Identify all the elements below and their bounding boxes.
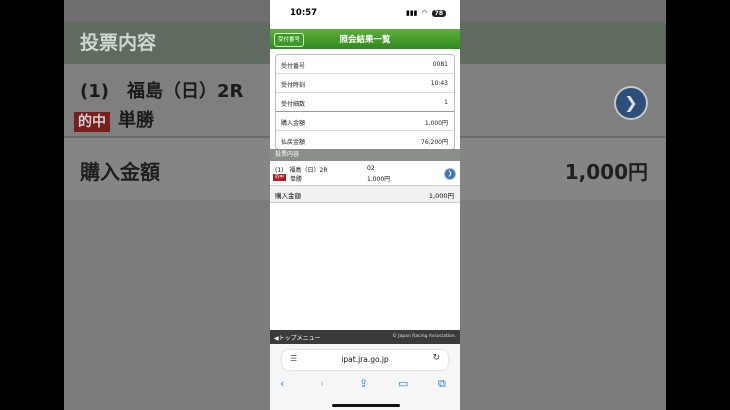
info-key: 受付細数	[281, 101, 306, 108]
url-text: ipat.jra.go.jp	[341, 355, 389, 364]
summary-value: 1,000円	[428, 192, 454, 200]
forward-icon[interactable]: ›	[320, 377, 324, 390]
page-title: 照会結果一覧	[339, 35, 391, 45]
info-row: 払戻金額 76,200円	[276, 131, 454, 149]
bet-type: 単勝	[290, 176, 303, 183]
top-menu-link[interactable]: ◀トップメニュー	[274, 333, 321, 342]
reload-icon[interactable]: ↻	[432, 353, 440, 363]
bet-list-item[interactable]: (1) 福島（日）2R 02 的中 単勝 1,000円 ❯	[270, 162, 460, 186]
background-sum-row: 購入金額	[64, 136, 270, 200]
copyright-text: © Japan Racing Association.	[392, 334, 456, 339]
background-sum-value: 1,000円	[564, 160, 648, 184]
signal-icon: ▮▮▮	[405, 9, 418, 17]
info-value: 1	[444, 99, 448, 106]
background-section-header-band	[460, 22, 666, 64]
background-section-header: 投票内容	[64, 22, 270, 64]
background-top-band	[64, 0, 270, 22]
browser-toolbar: ‹ › ⇪ ▭ ⧉	[270, 376, 460, 394]
status-time: 10:57	[290, 8, 318, 18]
background-hit-badge: 的中	[74, 112, 110, 132]
background-sum-label: 購入金額	[80, 160, 160, 184]
tabs-icon[interactable]: ⧉	[438, 377, 446, 391]
detail-arrow-icon[interactable]: ❯	[444, 168, 456, 180]
status-bar: 10:57 ▮▮▮ ◠ 78	[270, 0, 460, 28]
address-bar[interactable]: ☰ ipat.jra.go.jp ↻	[282, 350, 448, 370]
title-bar: 受付番号 照会結果一覧	[270, 29, 460, 49]
info-row: 受付細数 1	[276, 93, 454, 112]
info-key: 払戻金額	[281, 139, 306, 146]
background-left-panel: 投票内容 (1) 福島（日）2R 的中 単勝 購入金額	[64, 0, 270, 410]
info-row: 購入金額 1,000円	[276, 112, 454, 131]
bookmarks-icon[interactable]: ▭	[398, 377, 408, 390]
background-bet-line: (1) 福島（日）2R	[80, 81, 244, 102]
phone-screen: 10:57 ▮▮▮ ◠ 78 受付番号 照会結果一覧 受付番号 0081 受付時刻…	[270, 0, 460, 410]
home-indicator	[332, 404, 400, 407]
bet-horse-number: 02	[367, 165, 375, 172]
status-icons: ▮▮▮ ◠ 78	[406, 9, 446, 17]
bet-race-line: (1) 福島（日）2R	[275, 167, 328, 174]
background-bet-item: (1) 福島（日）2R 的中 単勝	[64, 64, 270, 136]
bets-section-header: 投票内容	[270, 149, 460, 161]
background-top-band	[460, 0, 666, 22]
back-icon[interactable]: ‹	[280, 377, 284, 390]
top-menu-label: トップメニュー	[278, 335, 321, 342]
hit-badge: 的中	[273, 174, 286, 181]
info-row: 受付時刻 10:43	[276, 74, 454, 93]
info-key: 受付時刻	[281, 82, 306, 89]
footer-bar: ◀トップメニュー © Japan Racing Association.	[270, 330, 460, 344]
info-value: 0081	[432, 61, 448, 68]
summary-row: 購入金額 1,000円	[270, 186, 460, 203]
info-value: 1,000円	[424, 120, 448, 127]
wifi-icon: ◠	[421, 9, 428, 17]
info-value: 76,200円	[421, 139, 448, 146]
info-table: 受付番号 0081 受付時刻 10:43 受付細数 1 購入金額 1,000円 払戻金額…	[275, 54, 455, 150]
background-right-panel: ❯ 1,000円	[460, 0, 666, 410]
background-bet-type-row: 的中 単勝	[74, 106, 154, 132]
info-key: 購入金額	[281, 120, 306, 127]
background-bet-type: 単勝	[118, 110, 154, 131]
share-icon[interactable]: ⇪	[359, 377, 368, 390]
info-key: 受付番号	[281, 63, 306, 70]
summary-label: 購入金額	[275, 192, 301, 200]
background-arrow-icon: ❯	[614, 86, 648, 120]
info-row: 受付番号 0081	[276, 55, 454, 74]
battery-icon: 78	[431, 9, 446, 17]
bet-amount: 1,000円	[367, 176, 391, 183]
info-value: 10:43	[430, 80, 448, 87]
background-sum-band: 1,000円	[460, 136, 666, 200]
browser-chrome: ☰ ipat.jra.go.jp ↻ ‹ › ⇪ ▭ ⧉	[270, 344, 460, 410]
